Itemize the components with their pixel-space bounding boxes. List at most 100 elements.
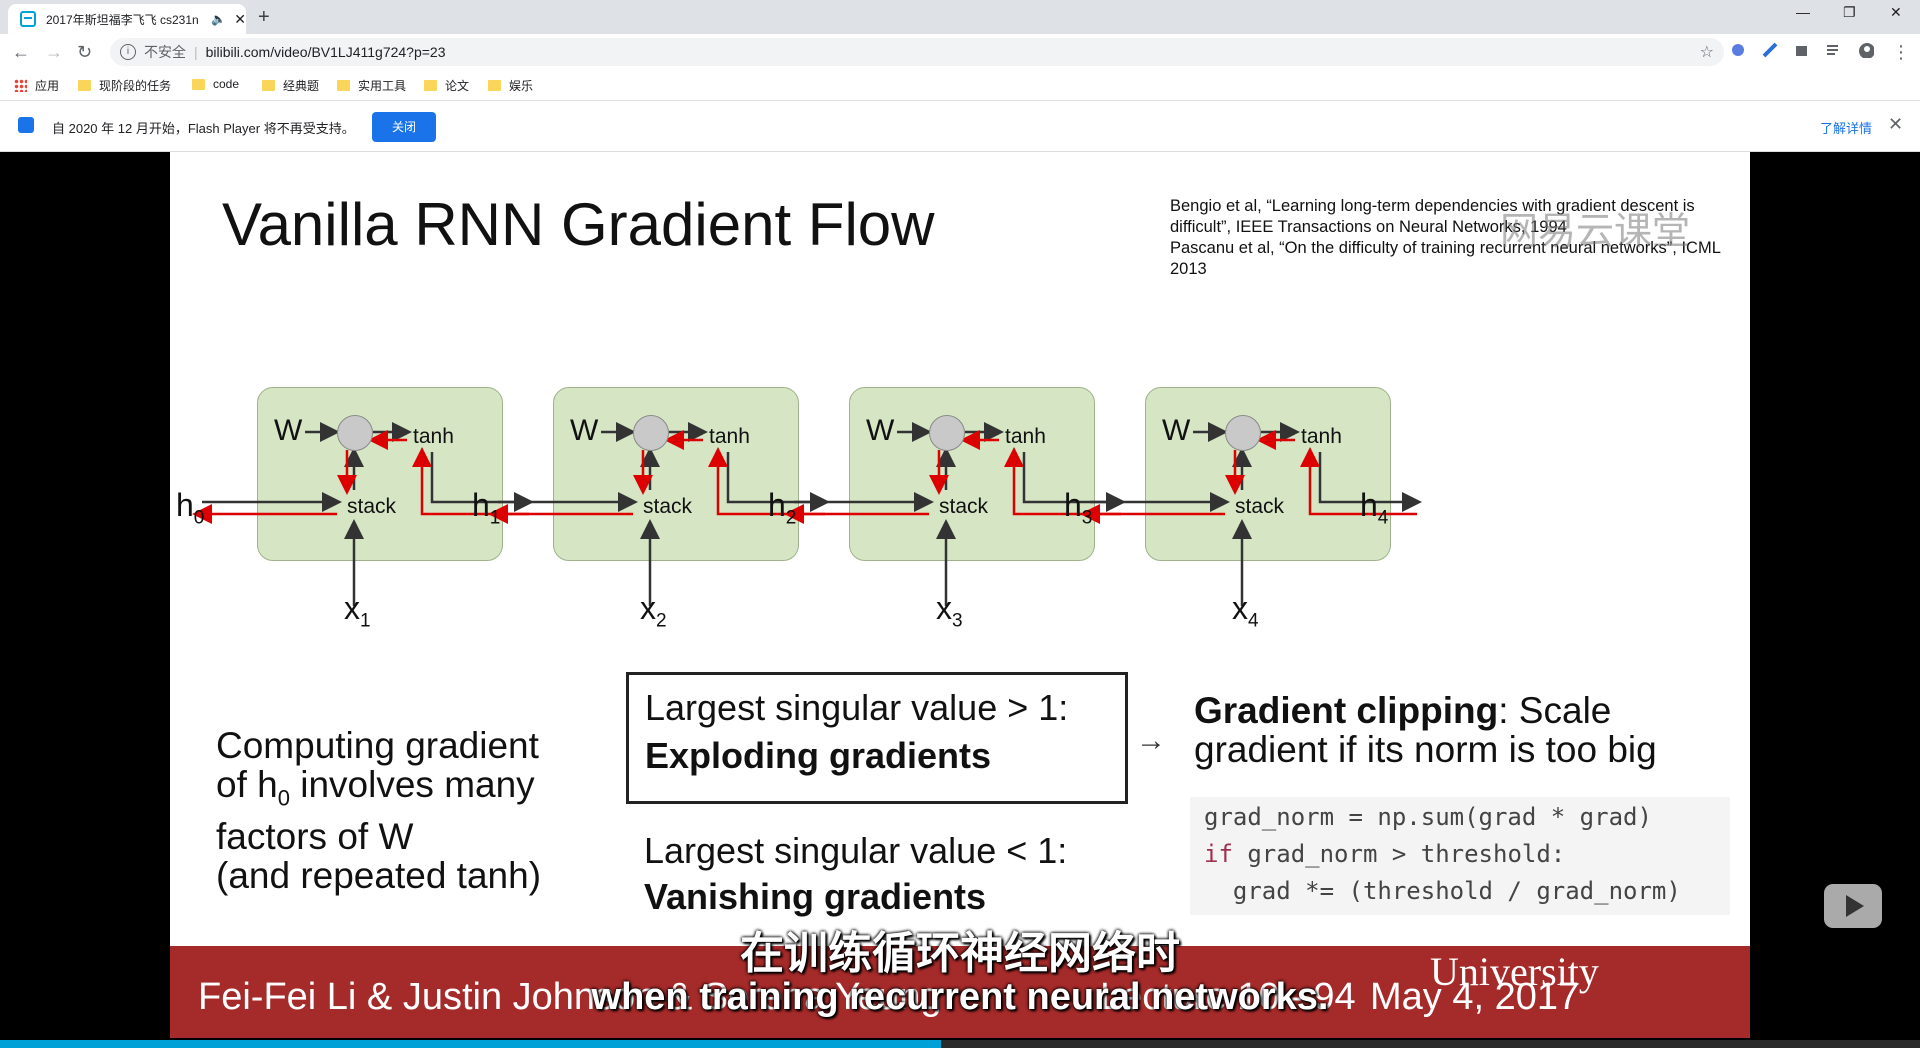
code-line: grad_norm = np.sum(grad * grad) xyxy=(1204,803,1652,831)
code-text: threshold: xyxy=(1420,840,1566,868)
bookmark-label: 实用工具 xyxy=(358,79,407,93)
progress-bar[interactable] xyxy=(0,1040,1920,1048)
clip-line1: Gradient clipping: Scale xyxy=(1194,691,1657,730)
close-tab-icon[interactable]: ✕ xyxy=(234,11,246,28)
folder-icon xyxy=(337,80,350,91)
browser-toolbar: ← → ↻ i 不安全 | bilibili.com/video/BV1LJ41… xyxy=(0,34,1920,70)
explode-line1: Largest singular value > 1: xyxy=(645,687,1069,728)
hidden-state-label: h2 xyxy=(768,487,797,529)
stack-label: stack xyxy=(347,495,397,518)
vanish-line1: Largest singular value < 1: xyxy=(644,830,1068,871)
bookmark-folder[interactable]: 经典题 xyxy=(262,77,319,94)
speaker-icon[interactable]: 🔈 xyxy=(211,12,226,26)
infobar-message: 自 2020 年 12 月开始，Flash Player 将不再受支持。 xyxy=(52,121,355,136)
play-icon[interactable] xyxy=(1824,884,1882,928)
bookmark-label: 论文 xyxy=(445,79,470,93)
star-icon[interactable]: ☆ xyxy=(1700,42,1714,62)
vanish-line2: Vanishing gradients xyxy=(644,876,987,917)
subtitle-english: when training recurrent neural networks. xyxy=(591,976,1329,1018)
minimize-icon[interactable]: — xyxy=(1796,4,1810,20)
folder-icon xyxy=(488,80,501,91)
note-sub: 0 xyxy=(277,785,290,811)
explode-line2: Exploding gradients xyxy=(645,735,992,776)
extension-icon[interactable] xyxy=(1730,42,1746,58)
bookmark-folder[interactable]: 实用工具 xyxy=(337,77,406,94)
folder-icon xyxy=(262,80,275,91)
folder-icon xyxy=(192,78,205,90)
close-window-icon[interactable]: ✕ xyxy=(1890,4,1902,21)
menu-icon[interactable]: ⋮ xyxy=(1892,42,1910,63)
tanh-label: tanh xyxy=(413,425,454,448)
code-keyword: if xyxy=(1204,840,1233,868)
flash-infobar: 自 2020 年 12 月开始，Flash Player 将不再受支持。 关闭 … xyxy=(0,101,1920,152)
address-bar[interactable]: i 不安全 | bilibili.com/video/BV1LJ411g724?… xyxy=(110,38,1724,66)
stack-label: stack xyxy=(939,495,989,518)
hidden-state-label: h1 xyxy=(472,487,501,529)
profile-icon[interactable] xyxy=(1858,42,1874,58)
info-icon[interactable]: i xyxy=(120,44,136,60)
bookmarks-bar: 应用 现阶段的任务 code 经典题 实用工具 论文 娱乐 xyxy=(0,70,1920,101)
arrow-right-icon: → xyxy=(1136,724,1166,757)
forward-icon[interactable]: → xyxy=(45,42,63,63)
multiply-node xyxy=(337,415,373,451)
clip-bold: Gradient clipping xyxy=(1194,690,1499,731)
security-label: 不安全 xyxy=(144,44,186,60)
plugin-icon xyxy=(18,117,34,133)
hidden-state-label: h0 xyxy=(176,487,205,529)
bookmark-folder[interactable]: 现阶段的任务 xyxy=(78,77,171,94)
bookmark-folder[interactable]: 娱乐 xyxy=(488,77,533,94)
apps-icon xyxy=(14,79,27,92)
bookmark-label: code xyxy=(213,77,240,91)
clip-line2: gradient if its norm is too big xyxy=(1194,729,1657,770)
new-tab-button[interactable]: + xyxy=(258,6,270,29)
reload-icon[interactable]: ↻ xyxy=(77,42,92,63)
browser-tab[interactable]: 2017年斯坦福李飞飞 cs231n 🔈 ✕ xyxy=(8,4,246,34)
bookmark-label: 娱乐 xyxy=(509,79,534,93)
w-label: W xyxy=(1162,414,1191,447)
note-text: of h xyxy=(216,764,278,805)
stack-label: stack xyxy=(1235,495,1285,518)
w-label: W xyxy=(866,414,895,447)
vanishing-text: Largest singular value < 1: Vanishing gr… xyxy=(644,830,1067,918)
bookmark-folder[interactable]: 论文 xyxy=(424,77,469,94)
url-text[interactable]: bilibili.com/video/BV1LJ411g724?p=23 xyxy=(206,44,446,60)
media-icon[interactable] xyxy=(1826,42,1842,58)
code-line: if grad_norm > threshold: xyxy=(1204,836,1730,873)
back-icon[interactable]: ← xyxy=(12,42,30,63)
bookmark-label: 现阶段的任务 xyxy=(99,79,172,93)
extension-icon[interactable] xyxy=(1762,42,1778,58)
note-line: (and repeated tanh) xyxy=(216,855,542,897)
input-label: x1 xyxy=(344,590,371,632)
tab-title: 2017年斯坦福李飞飞 cs231n xyxy=(45,12,199,27)
code-line: grad *= (threshold / grad_norm) xyxy=(1204,877,1681,905)
bookmark-apps[interactable]: 应用 xyxy=(14,77,59,94)
learn-more-link[interactable]: 了解详情 xyxy=(1820,118,1872,137)
note-line: of h0 involves many xyxy=(216,765,541,817)
w-label: W xyxy=(274,414,303,447)
subtitle-chinese: 在训练循环神经网络时 xyxy=(740,929,1180,978)
infobar-dismiss-icon[interactable]: ✕ xyxy=(1888,114,1903,135)
tab-strip: 2017年斯坦福李飞飞 cs231n 🔈 ✕ + — ❐ ✕ xyxy=(0,0,1920,34)
bookmark-folder[interactable]: code xyxy=(192,77,239,91)
left-note: Computing gradient of h0 involves many f… xyxy=(216,726,541,895)
input-label: x3 xyxy=(936,590,963,632)
note-text: involves many xyxy=(289,764,535,805)
stack-label: stack xyxy=(643,495,693,518)
restore-icon[interactable]: ❐ xyxy=(1843,4,1856,21)
tanh-label: tanh xyxy=(709,425,750,448)
lecture-slide: Vanilla RNN Gradient Flow Bengio et al, … xyxy=(170,152,1750,1038)
puzzle-icon[interactable] xyxy=(1794,42,1810,58)
folder-icon xyxy=(78,80,91,91)
code-text: grad_norm > xyxy=(1232,840,1421,868)
bookmark-label: 应用 xyxy=(35,79,60,93)
infobar-close-button[interactable]: 关闭 xyxy=(372,112,436,142)
multiply-node xyxy=(1225,415,1261,451)
note-line: Computing gradient xyxy=(216,725,539,766)
hidden-state-label: h4 xyxy=(1360,487,1389,529)
bookmark-label: 经典题 xyxy=(283,79,320,93)
hidden-state-label: h3 xyxy=(1064,487,1093,529)
video-player[interactable]: Vanilla RNN Gradient Flow Bengio et al, … xyxy=(0,152,1920,1044)
code-block: grad_norm = np.sum(grad * grad) if grad_… xyxy=(1190,797,1730,915)
rnn-diagram xyxy=(192,422,1422,606)
separator: | xyxy=(194,44,198,60)
